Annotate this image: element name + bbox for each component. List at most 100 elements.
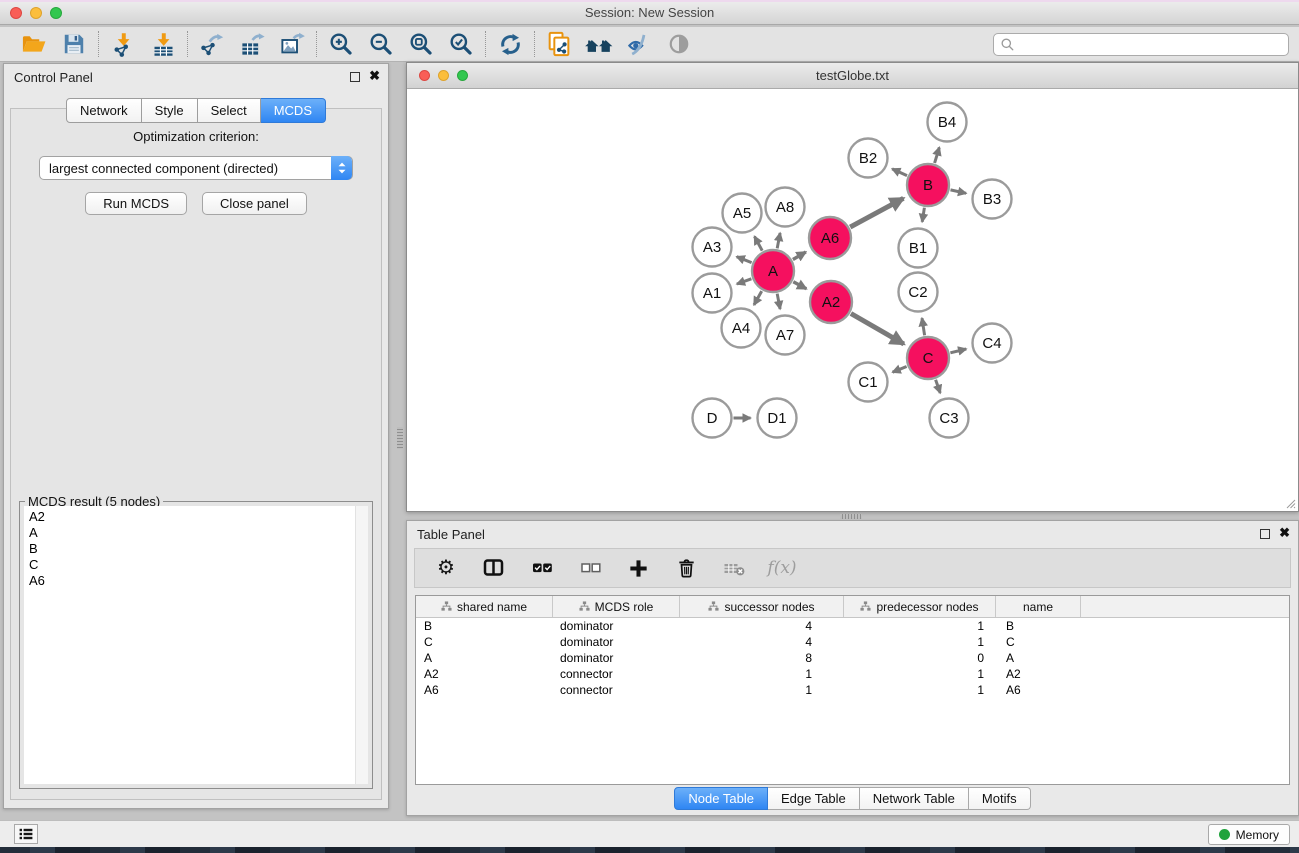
first-neighbors-icon[interactable]	[584, 29, 614, 59]
graph-edge-C-C2[interactable]	[922, 318, 925, 335]
graph-node-C1[interactable]: C1	[849, 363, 888, 402]
table-cell[interactable]: 1	[680, 666, 844, 682]
graph-edge-A6-B[interactable]	[850, 198, 903, 227]
column-header-predecessor-nodes[interactable]: predecessor nodes	[844, 596, 996, 617]
delete-column-icon[interactable]	[673, 555, 699, 581]
zoom-fit-icon[interactable]	[406, 29, 436, 59]
graph-edge-A-A8[interactable]	[777, 233, 780, 248]
zoom-out-icon[interactable]	[366, 29, 396, 59]
network-canvas[interactable]: B4B2BB3A8A5A6A3B1AC2A1A2A4A7C4CC1C3DD1	[407, 89, 1298, 511]
graph-node-B4[interactable]: B4	[928, 103, 967, 142]
table-row[interactable]: Adominator80A	[416, 650, 1289, 666]
column-header-successor-nodes[interactable]: successor nodes	[680, 596, 844, 617]
table-cell[interactable]: A	[416, 650, 553, 666]
close-panel-button[interactable]: Close panel	[202, 192, 307, 215]
column-header-shared-name[interactable]: shared name	[416, 596, 553, 617]
table-cell[interactable]: dominator	[553, 634, 680, 650]
table-cell[interactable]: dominator	[553, 618, 680, 634]
graph-node-B[interactable]: B	[907, 164, 949, 206]
close-panel-icon[interactable]: ✖	[369, 69, 380, 83]
graph-edge-A-A6[interactable]	[793, 252, 806, 260]
table-settings-icon[interactable]: ⚙	[433, 555, 459, 581]
dropdown-stepper-icon[interactable]	[331, 156, 352, 180]
graph-node-D1[interactable]: D1	[758, 399, 797, 438]
table-cell[interactable]: B	[996, 618, 1081, 634]
table-row[interactable]: A2connector11A2	[416, 666, 1289, 682]
graph-node-B1[interactable]: B1	[899, 229, 938, 268]
close-table-panel-icon[interactable]: ✖	[1279, 526, 1290, 540]
graph-edge-B-B1[interactable]	[922, 208, 924, 222]
table-cell[interactable]: C	[996, 634, 1081, 650]
search-input[interactable]	[1019, 36, 1282, 52]
float-panel-icon[interactable]	[350, 72, 360, 82]
result-list-item[interactable]: C	[24, 557, 368, 573]
graph-edge-C-C3[interactable]	[936, 380, 941, 393]
table-cell[interactable]: 1	[844, 634, 996, 650]
graph-node-D[interactable]: D	[693, 399, 732, 438]
tab-edge-table[interactable]: Edge Table	[768, 787, 860, 810]
graph-edge-A-A3[interactable]	[737, 257, 752, 263]
graph-node-B2[interactable]: B2	[849, 139, 888, 178]
graph-node-A1[interactable]: A1	[693, 274, 732, 313]
graph-edge-A-A4[interactable]	[754, 291, 762, 305]
select-all-checkbox-icon[interactable]	[529, 555, 555, 581]
search-box[interactable]	[993, 33, 1289, 56]
tab-network[interactable]: Network	[66, 98, 142, 123]
result-list-item[interactable]: A	[24, 525, 368, 541]
optimization-criterion-dropdown[interactable]: largest connected component (directed)	[39, 156, 353, 180]
table-cell[interactable]: A2	[996, 666, 1081, 682]
zoom-in-icon[interactable]	[326, 29, 356, 59]
table-cell[interactable]: 0	[844, 650, 996, 666]
result-list-item[interactable]: A6	[24, 573, 368, 589]
graph-node-C2[interactable]: C2	[899, 273, 938, 312]
graph-edge-A-A7[interactable]	[777, 294, 780, 309]
tab-style[interactable]: Style	[142, 98, 198, 123]
table-cell[interactable]: 4	[680, 618, 844, 634]
vertical-splitter-grip[interactable]	[397, 427, 403, 449]
graph-node-C4[interactable]: C4	[973, 324, 1012, 363]
tab-select[interactable]: Select	[198, 98, 261, 123]
open-session-icon[interactable]	[19, 29, 49, 59]
graph-node-A5[interactable]: A5	[723, 194, 762, 233]
export-image-icon[interactable]	[277, 29, 307, 59]
horizontal-splitter-grip[interactable]	[840, 514, 862, 519]
column-header-name[interactable]: name	[996, 596, 1081, 617]
memory-button[interactable]: Memory	[1208, 824, 1290, 845]
table-cell[interactable]: dominator	[553, 650, 680, 666]
table-cell[interactable]: A6	[996, 682, 1081, 698]
save-session-icon[interactable]	[59, 29, 89, 59]
tab-motifs[interactable]: Motifs	[969, 787, 1031, 810]
run-mcds-button[interactable]: Run MCDS	[85, 192, 187, 215]
table-cell[interactable]: B	[416, 618, 553, 634]
graph-node-A8[interactable]: A8	[766, 188, 805, 227]
network-window-titlebar[interactable]: testGlobe.txt	[407, 63, 1298, 89]
graph-edge-A-A1[interactable]	[737, 279, 752, 284]
table-row[interactable]: A6connector11A6	[416, 682, 1289, 698]
graph-edge-B-B3[interactable]	[951, 190, 967, 193]
hide-selected-icon[interactable]	[624, 29, 654, 59]
deselect-all-checkbox-icon[interactable]	[577, 555, 603, 581]
tab-mcds[interactable]: MCDS	[261, 98, 326, 123]
result-list-item[interactable]: A2	[24, 509, 368, 525]
graph-node-A7[interactable]: A7	[766, 316, 805, 355]
table-cell[interactable]: 4	[680, 634, 844, 650]
table-cell[interactable]: connector	[553, 682, 680, 698]
tab-network-table[interactable]: Network Table	[860, 787, 969, 810]
export-network-icon[interactable]	[197, 29, 227, 59]
graph-node-A2[interactable]: A2	[810, 281, 852, 323]
table-row[interactable]: Cdominator41C	[416, 634, 1289, 650]
show-hidden-icon[interactable]	[664, 29, 694, 59]
graph-edge-B-B4[interactable]	[935, 147, 940, 163]
result-list-scrollbar[interactable]	[355, 506, 368, 784]
table-cell[interactable]: A6	[416, 682, 553, 698]
split-view-icon[interactable]	[481, 555, 507, 581]
graph-node-A3[interactable]: A3	[693, 228, 732, 267]
refresh-layout-icon[interactable]	[495, 29, 525, 59]
window-resize-grip[interactable]	[1284, 497, 1296, 509]
tab-node-table[interactable]: Node Table	[674, 787, 768, 810]
table-cell[interactable]: C	[416, 634, 553, 650]
graph-edge-C-C1[interactable]	[893, 367, 907, 373]
table-cell[interactable]: 8	[680, 650, 844, 666]
graph-node-A4[interactable]: A4	[722, 309, 761, 348]
graph-node-B3[interactable]: B3	[973, 180, 1012, 219]
